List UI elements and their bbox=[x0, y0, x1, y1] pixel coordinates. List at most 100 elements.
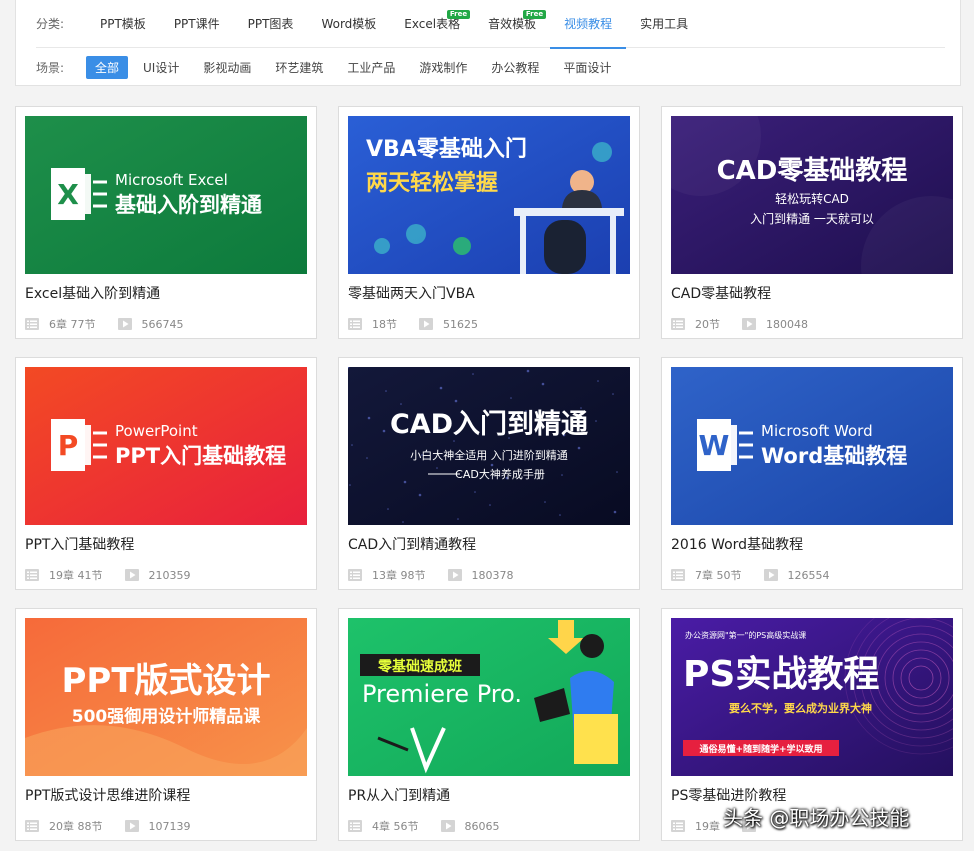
section-count: 19章 bbox=[695, 820, 720, 833]
course-card[interactable]: VBA零基础入门 两天轻松掌握 零基础两天入门VBA 18节 51625 bbox=[338, 106, 640, 339]
thumb-text: 通俗易懂+随到随学+学以致用 bbox=[699, 743, 822, 755]
course-thumbnail[interactable]: VBA零基础入门 两天轻松掌握 bbox=[348, 116, 630, 274]
tab-label: PPT模板 bbox=[100, 16, 146, 31]
view-count: 51625 bbox=[443, 317, 478, 331]
thumb-text: 小白大神全适用 入门进阶到精通 bbox=[410, 448, 568, 462]
watermark: 头条 @职场办公技能 bbox=[723, 806, 910, 830]
tab-category[interactable]: Word模板 bbox=[307, 0, 390, 48]
category-label: 分类: bbox=[36, 17, 65, 31]
list-icon bbox=[348, 569, 362, 581]
course-meta: 7章 50节 126554 bbox=[671, 567, 830, 583]
course-thumbnail-art: W Microsoft Word Word基础教程 bbox=[671, 367, 953, 525]
play-icon bbox=[447, 569, 462, 581]
scene-chip[interactable]: 环艺建筑 bbox=[266, 56, 332, 79]
app-name: PowerPoint bbox=[115, 422, 198, 440]
list-icon bbox=[671, 569, 685, 581]
course-title[interactable]: PPT入门基础教程 bbox=[25, 534, 134, 554]
course-card[interactable]: X Microsoft Excel 基础入阶到精通 Excel基础入阶到精通 6章… bbox=[15, 106, 317, 339]
course-thumbnail-art: CAD入门到精通小白大神全适用 入门进阶到精通 CAD大神养成手册 bbox=[348, 367, 630, 525]
course-card[interactable]: 零基础速成班 Premiere Pro. PR从入门到精通 4章 56节 8606… bbox=[338, 608, 640, 841]
list-icon bbox=[25, 318, 39, 330]
tab-category[interactable]: Excel表格 Free bbox=[390, 0, 474, 48]
course-title[interactable]: CAD入门到精通教程 bbox=[348, 534, 476, 554]
thumb-text: PS实战教程 bbox=[683, 654, 879, 695]
course-card[interactable]: W Microsoft Word Word基础教程 2016 Word基础教程 7… bbox=[661, 357, 963, 590]
thumb-text: Premiere Pro. bbox=[362, 680, 522, 708]
tab-category[interactable]: PPT图表 bbox=[234, 0, 308, 48]
tab-label: 音效模板 bbox=[488, 16, 537, 31]
course-thumbnail[interactable]: W Microsoft Word Word基础教程 bbox=[671, 367, 953, 525]
play-icon bbox=[763, 569, 778, 581]
course-thumbnail-art: 办公资源网"第一"的PS高级实战课 PS实战教程要么不学，要么成为业界大神通俗易懂… bbox=[671, 618, 953, 776]
course-thumbnail-art: X Microsoft Excel 基础入阶到精通 bbox=[25, 116, 307, 274]
course-card[interactable]: PPT版式设计 500强御用设计师精品课 PPT版式设计思维进阶课程 20章 88… bbox=[15, 608, 317, 841]
scene-chip[interactable]: UI设计 bbox=[134, 56, 188, 79]
app-name: Microsoft Word bbox=[761, 422, 873, 440]
view-count: 180378 bbox=[471, 568, 514, 582]
section-count: 20节 bbox=[695, 318, 720, 331]
view-count: 107139 bbox=[148, 819, 191, 833]
course-thumbnail[interactable]: 办公资源网"第一"的PS高级实战课 PS实战教程要么不学，要么成为业界大神通俗易懂… bbox=[671, 618, 953, 776]
thumb-text: 办公资源网"第一"的PS高级实战课 bbox=[685, 630, 806, 640]
thumb-text: CAD零基础教程 bbox=[717, 156, 908, 186]
course-title[interactable]: CAD零基础教程 bbox=[671, 283, 771, 303]
course-title[interactable]: 2016 Word基础教程 bbox=[671, 534, 803, 554]
scene-chip[interactable]: 办公教程 bbox=[482, 56, 548, 79]
course-meta: 6章 77节 566745 bbox=[25, 316, 184, 332]
play-icon bbox=[124, 820, 139, 832]
section-count: 20章 88节 bbox=[49, 820, 103, 833]
tab-category[interactable]: PPT课件 bbox=[160, 0, 234, 48]
scene-chip[interactable]: 平面设计 bbox=[554, 56, 620, 79]
tab-category[interactable]: 音效模板 Free bbox=[474, 0, 550, 48]
course-thumbnail[interactable]: P PowerPoint PPT入门基础教程 bbox=[25, 367, 307, 525]
scene-label: 场景: bbox=[36, 60, 65, 75]
scene-chip[interactable]: 游戏制作 bbox=[410, 56, 476, 79]
course-thumbnail[interactable]: PPT版式设计 500强御用设计师精品课 bbox=[25, 618, 307, 776]
thumb-text: 500强御用设计师精品课 bbox=[72, 706, 261, 727]
section-count: 6章 77节 bbox=[49, 318, 96, 331]
play-icon bbox=[124, 569, 139, 581]
app-letter: P bbox=[58, 429, 79, 462]
thumb-text: 零基础速成班 bbox=[377, 658, 462, 675]
scene-chip[interactable]: 影视动画 bbox=[194, 56, 260, 79]
course-card[interactable]: P PowerPoint PPT入门基础教程 PPT入门基础教程 19章 41节 … bbox=[15, 357, 317, 590]
course-meta: 4章 56节 86065 bbox=[348, 818, 500, 834]
course-thumbnail[interactable]: X Microsoft Excel 基础入阶到精通 bbox=[25, 116, 307, 274]
course-title[interactable]: 零基础两天入门VBA bbox=[348, 283, 475, 303]
course-thumbnail[interactable]: CAD零基础教程 轻松玩转CAD 入门到精通 一天就可以 bbox=[671, 116, 953, 274]
section-count: 7章 50节 bbox=[695, 569, 742, 582]
play-icon bbox=[742, 318, 756, 330]
thumb-subtitle: Word基础教程 bbox=[761, 444, 907, 468]
app-letter: X bbox=[57, 178, 79, 211]
thumb-text: 要么不学，要么成为业界大神 bbox=[729, 701, 872, 715]
tab-category[interactable]: 实用工具 bbox=[626, 0, 702, 48]
thumb-text: CAD入门到精通 bbox=[390, 409, 588, 440]
tab-category[interactable]: 视频教程 bbox=[550, 0, 627, 49]
view-count: 566745 bbox=[141, 317, 184, 331]
course-thumbnail-art: PPT版式设计 500强御用设计师精品课 bbox=[25, 618, 307, 776]
tab-label: Word模板 bbox=[321, 16, 377, 31]
app-letter: W bbox=[699, 429, 730, 462]
course-title[interactable]: PR从入门到精通 bbox=[348, 785, 450, 805]
course-thumbnail[interactable]: 零基础速成班 Premiere Pro. bbox=[348, 618, 630, 776]
list-icon bbox=[671, 318, 685, 330]
section-count: 4章 56节 bbox=[372, 820, 419, 833]
category-row: 分类: PPT模板 PPT课件 PPT图表 Word模板 Excel表格 Free 音效模板… bbox=[36, 0, 945, 49]
scene-chip[interactable]: 全部 bbox=[86, 55, 129, 79]
scene-chip[interactable]: 工业产品 bbox=[338, 56, 404, 79]
tab-category[interactable]: PPT模板 bbox=[86, 0, 160, 48]
course-thumbnail-art: P PowerPoint PPT入门基础教程 bbox=[25, 367, 307, 525]
course-thumbnail[interactable]: CAD入门到精通小白大神全适用 入门进阶到精通 CAD大神养成手册 bbox=[348, 367, 630, 525]
course-thumbnail-art: CAD零基础教程轻松玩转CAD 入门到精通 一天就可以 bbox=[671, 116, 953, 274]
course-title[interactable]: PPT版式设计思维进阶课程 bbox=[25, 785, 190, 805]
course-meta: 20章 88节 107139 bbox=[25, 818, 191, 834]
course-card[interactable]: CAD入门到精通小白大神全适用 入门进阶到精通 CAD大神养成手册 CAD入门到精… bbox=[338, 357, 640, 590]
course-meta: 19章 41节 210359 bbox=[25, 567, 191, 583]
list-icon bbox=[25, 820, 39, 832]
play-icon bbox=[117, 318, 132, 330]
course-title[interactable]: Excel基础入阶到精通 bbox=[25, 283, 160, 303]
thumb-text: CAD大神养成手册 bbox=[455, 467, 545, 481]
view-count: 180048 bbox=[766, 317, 808, 331]
course-meta: 13章 98节 180378 bbox=[348, 567, 514, 583]
course-card[interactable]: CAD零基础教程 轻松玩转CAD 入门到精通 一天就可以 CAD零基础教程 20节 … bbox=[661, 106, 963, 339]
